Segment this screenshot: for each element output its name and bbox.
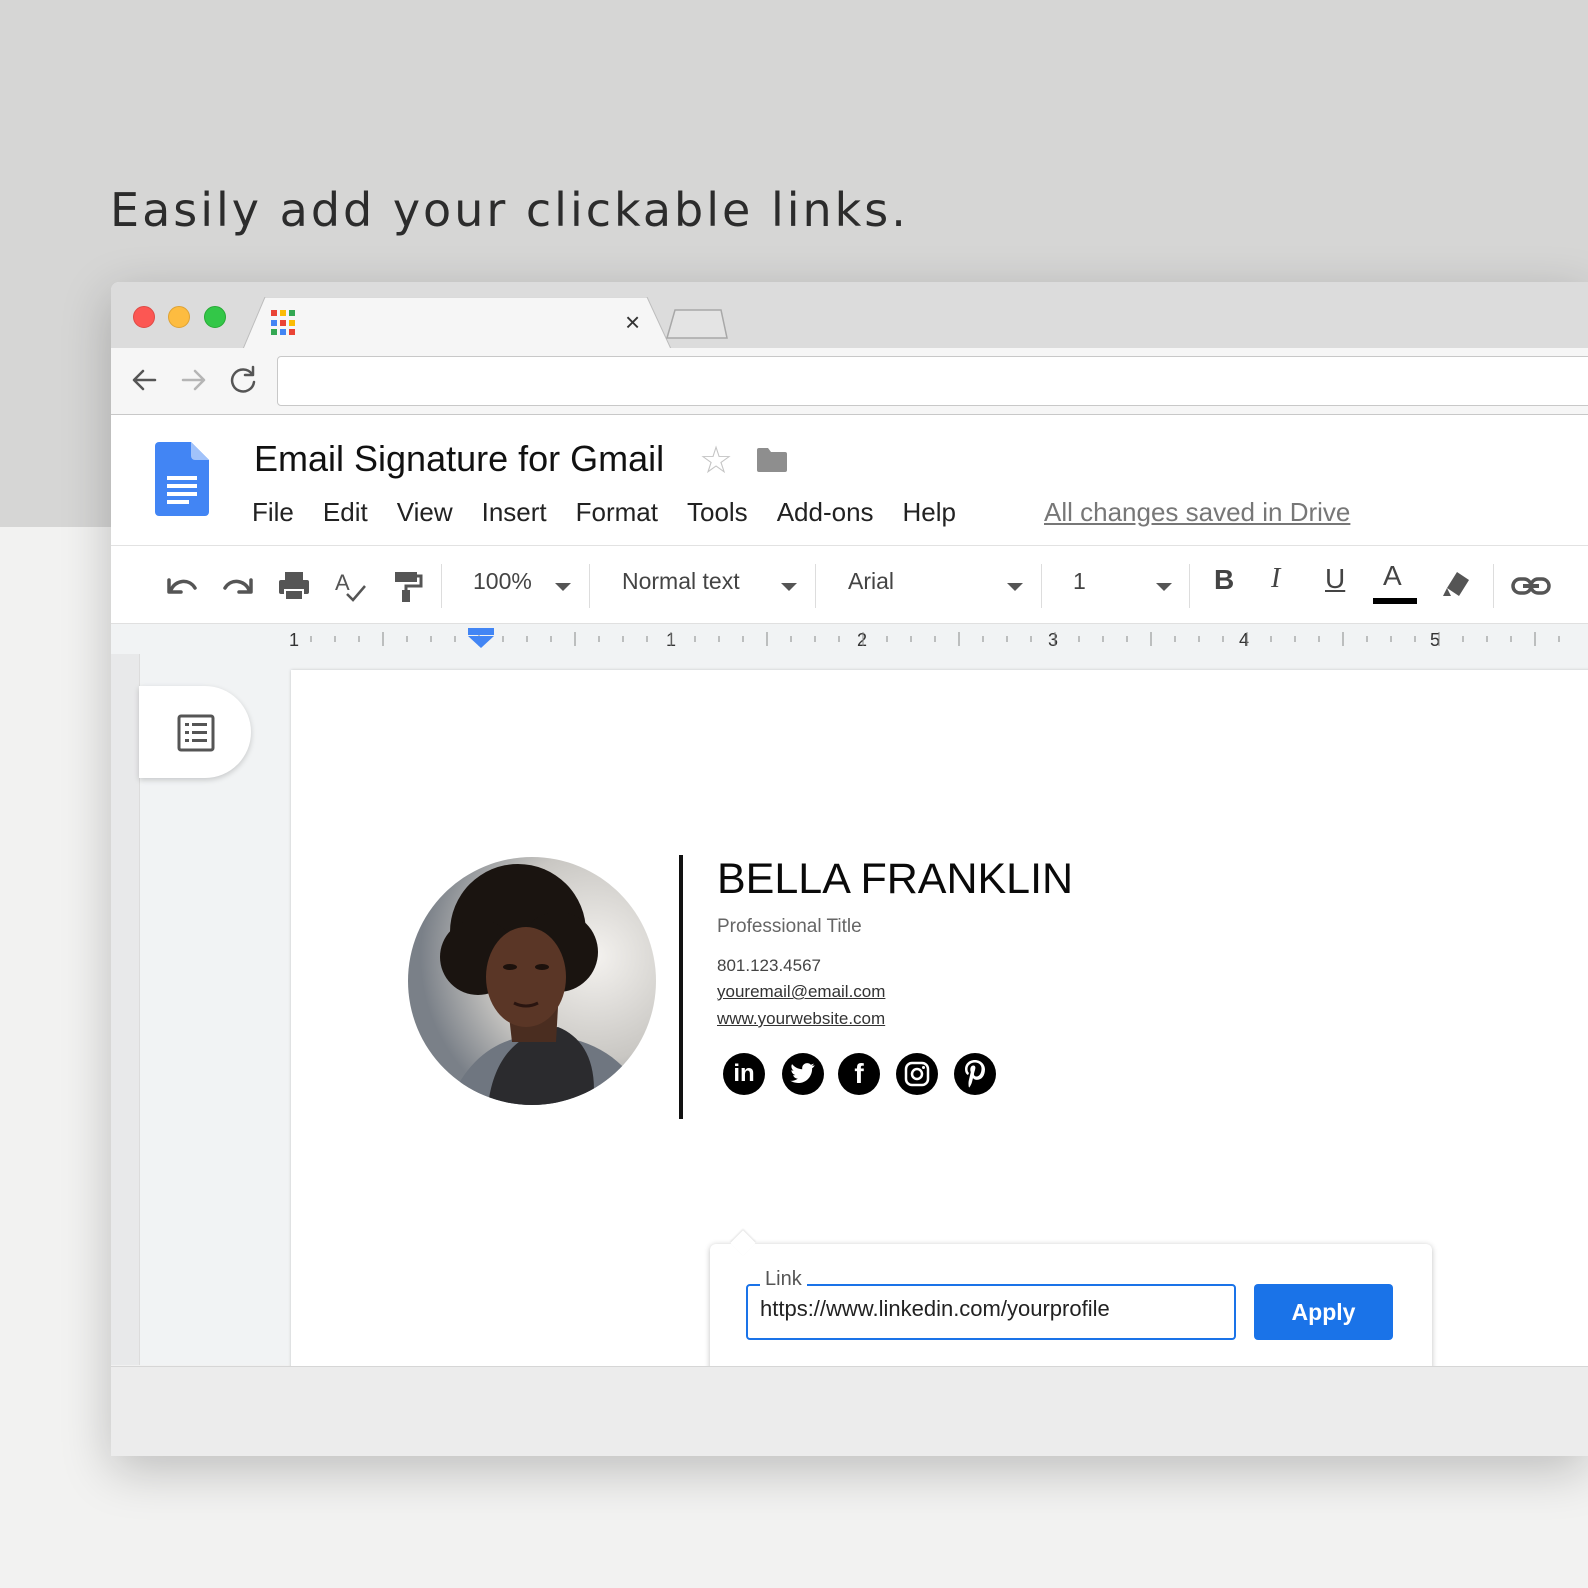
signature-title: Professional Title: [717, 916, 862, 937]
toolbar-separator: [589, 564, 590, 608]
forward-arrow-icon[interactable]: [175, 362, 211, 398]
menu-edit[interactable]: Edit: [323, 497, 368, 528]
save-status-link[interactable]: All changes saved in Drive: [1044, 497, 1350, 528]
toolbar-separator: [1041, 564, 1042, 608]
ruler-label: 1: [289, 630, 299, 650]
star-icon[interactable]: ☆: [699, 441, 733, 481]
ruler-label: 4: [1239, 630, 1249, 650]
toolbar-separator: [441, 564, 442, 608]
facebook-icon[interactable]: f: [838, 1053, 880, 1095]
style-dropdown-icon[interactable]: [781, 583, 797, 591]
twitter-icon[interactable]: [782, 1053, 824, 1095]
spellcheck-icon[interactable]: A: [331, 566, 369, 606]
window-footer: [111, 1366, 1588, 1456]
signature-name: BELLA FRANKLIN: [717, 855, 1074, 903]
text-color-swatch: [1373, 598, 1417, 604]
left-gutter: [111, 654, 140, 1365]
formatting-toolbar: A 100% Normal text Arial 1 B I U A: [111, 545, 1588, 624]
browser-tab[interactable]: ×: [243, 297, 671, 349]
font-dropdown-icon[interactable]: [1007, 583, 1023, 591]
address-bar[interactable]: [277, 356, 1588, 406]
zoom-dropdown-icon[interactable]: [555, 583, 571, 591]
underline-button[interactable]: U: [1325, 563, 1345, 595]
menu-view[interactable]: View: [397, 497, 453, 528]
menu-file[interactable]: File: [252, 497, 294, 528]
toolbar-separator: [1493, 564, 1494, 608]
link-field[interactable]: [746, 1284, 1236, 1340]
browser-window: × Email Signature for Gmail ☆ File Edit …: [111, 282, 1588, 1456]
highlight-icon[interactable]: [1437, 566, 1475, 606]
ruler-tab-marker[interactable]: [468, 636, 494, 648]
menu-insert[interactable]: Insert: [482, 497, 547, 528]
menu-help[interactable]: Help: [903, 497, 956, 528]
google-apps-icon: [271, 310, 297, 336]
signature-website-link[interactable]: www.yourwebsite.com: [717, 1009, 885, 1029]
maximize-window-button[interactable]: [204, 306, 226, 328]
ruler-label: 3: [1048, 630, 1058, 650]
menu-addons[interactable]: Add-ons: [777, 497, 874, 528]
link-popup: Link Apply: [710, 1230, 1432, 1378]
browser-titlebar: ×: [111, 282, 1588, 349]
link-field-label: Link: [760, 1268, 807, 1291]
font-size-select[interactable]: 1: [1073, 568, 1086, 595]
back-arrow-icon[interactable]: [127, 362, 163, 398]
new-tab-button[interactable]: [665, 308, 729, 340]
svg-text:A: A: [335, 570, 350, 595]
menu-format[interactable]: Format: [576, 497, 658, 528]
link-url-input[interactable]: [760, 1296, 1220, 1322]
redo-icon[interactable]: [219, 566, 257, 606]
ruler-ticks: [310, 632, 1560, 646]
italic-button[interactable]: I: [1271, 563, 1280, 595]
paint-format-icon[interactable]: [387, 566, 425, 606]
signature-phone: 801.123.4567: [717, 956, 821, 975]
instagram-icon[interactable]: [896, 1053, 938, 1095]
profile-photo: [408, 857, 656, 1105]
browser-toolbar: [111, 348, 1588, 415]
toolbar-separator: [815, 564, 816, 608]
insert-link-icon[interactable]: [1509, 566, 1553, 606]
menu-tools[interactable]: Tools: [687, 497, 748, 528]
document-outline-button[interactable]: [139, 686, 251, 778]
print-icon[interactable]: [275, 566, 313, 606]
style-select[interactable]: Normal text: [622, 568, 740, 595]
toolbar-separator: [1189, 564, 1190, 608]
close-window-button[interactable]: [133, 306, 155, 328]
folder-icon[interactable]: [755, 446, 789, 474]
tab-close-icon[interactable]: ×: [625, 307, 640, 337]
document-title[interactable]: Email Signature for Gmail: [254, 438, 664, 480]
zoom-select[interactable]: 100%: [473, 568, 532, 595]
google-docs-logo-icon[interactable]: [155, 442, 209, 516]
apply-button[interactable]: Apply: [1254, 1284, 1393, 1340]
pinterest-icon[interactable]: [954, 1053, 996, 1095]
ruler-indent-marker[interactable]: [468, 628, 494, 635]
ruler: 1 1 2 3 4 5: [111, 623, 1588, 655]
reload-icon[interactable]: [225, 362, 261, 398]
text-color-button[interactable]: A: [1383, 560, 1402, 592]
font-select[interactable]: Arial: [848, 568, 894, 595]
font-size-dropdown-icon[interactable]: [1156, 583, 1172, 591]
undo-icon[interactable]: [163, 566, 201, 606]
docs-app: Email Signature for Gmail ☆ File Edit Vi…: [111, 415, 1588, 1378]
signature-email-link[interactable]: youremail@email.com: [717, 982, 885, 1002]
headline: Easily add your clickable links.: [110, 183, 909, 237]
signature-divider: [679, 855, 683, 1119]
outline-list-icon: [177, 714, 215, 752]
linkedin-icon[interactable]: in: [723, 1053, 765, 1095]
minimize-window-button[interactable]: [168, 306, 190, 328]
menu-bar: File Edit View Insert Format Tools Add-o…: [252, 497, 985, 528]
bold-button[interactable]: B: [1214, 564, 1234, 596]
ruler-label: 2: [857, 630, 867, 650]
